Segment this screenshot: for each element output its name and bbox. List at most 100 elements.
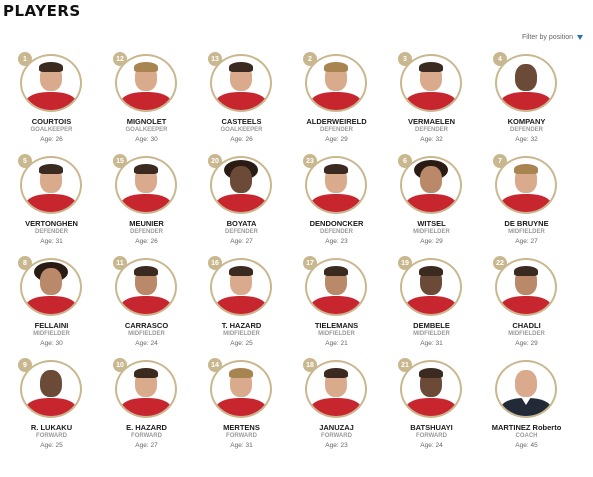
jersey-number-badge: 16 (208, 256, 222, 270)
player-position: DEFENDER (509, 127, 543, 133)
player-card[interactable]: 11 CARRASCO MIDFIELDER Age: 24 (99, 256, 194, 360)
player-card[interactable]: 20 BOYATA DEFENDER Age: 27 (194, 154, 289, 258)
jersey-number-badge: 5 (18, 154, 32, 168)
player-age: Age: 26 (40, 136, 63, 143)
player-name[interactable]: R. LUKAKU (4, 423, 99, 432)
photo-frame (495, 360, 557, 418)
jersey-graphic (216, 92, 266, 110)
player-position: MIDFIELDER (413, 229, 450, 235)
jersey-number-badge: 10 (113, 358, 127, 372)
player-position: DEFENDER (34, 229, 68, 235)
hair-graphic (324, 266, 348, 276)
player-age: Age: 25 (40, 442, 63, 449)
jersey-graphic (26, 398, 76, 416)
player-photo: 17 (303, 256, 367, 316)
player-name[interactable]: TIELEMANS (289, 321, 384, 330)
player-card[interactable]: 19 DEMBELE MIDFIELDER Age: 31 (384, 256, 479, 360)
hair-graphic (324, 62, 348, 72)
player-card[interactable]: 18 JANUZAJ FORWARD Age: 23 (289, 358, 384, 462)
player-name[interactable]: CHADLI (479, 321, 574, 330)
player-card[interactable]: 8 FELLAINI MIDFIELDER Age: 30 (4, 256, 99, 360)
player-card[interactable]: 13 CASTEELS GOALKEEPER Age: 26 (194, 52, 289, 156)
player-name[interactable]: DENDONCKER (289, 219, 384, 228)
player-card[interactable]: 7 DE BRUYNE MIDFIELDER Age: 27 (479, 154, 574, 258)
player-position: DEFENDER (319, 127, 353, 133)
player-name[interactable]: VERMAELEN (384, 117, 479, 126)
player-position: MIDFIELDER (413, 331, 450, 337)
player-card[interactable]: 21 BATSHUAYI FORWARD Age: 24 (384, 358, 479, 462)
player-name[interactable]: FELLAINI (4, 321, 99, 330)
player-name[interactable]: VERTONGHEN (4, 219, 99, 228)
filter-by-position[interactable]: Filter by position (522, 34, 583, 41)
jersey-graphic (121, 296, 171, 314)
jersey-graphic (26, 194, 76, 212)
jersey-number-badge: 15 (113, 154, 127, 168)
player-card[interactable]: 5 VERTONGHEN DEFENDER Age: 31 (4, 154, 99, 258)
player-name[interactable]: E. HAZARD (99, 423, 194, 432)
player-card[interactable]: 15 MEUNIER DEFENDER Age: 26 (99, 154, 194, 258)
player-position: MIDFIELDER (33, 331, 70, 337)
player-age: Age: 29 (515, 340, 538, 347)
player-photo (495, 360, 557, 418)
player-position: FORWARD (416, 433, 447, 439)
player-name[interactable]: ALDERWEIRELD (289, 117, 384, 126)
jersey-number-badge: 13 (208, 52, 222, 66)
player-name[interactable]: CASTEELS (194, 117, 289, 126)
player-position: DEFENDER (414, 127, 448, 133)
player-card[interactable]: MARTINEZ Roberto COACH Age: 45 (479, 360, 574, 462)
jersey-number-badge: 8 (18, 256, 32, 270)
player-name[interactable]: CARRASCO (99, 321, 194, 330)
jersey-number-badge: 2 (303, 52, 317, 66)
jersey-number-badge: 6 (398, 154, 412, 168)
player-card[interactable]: 17 TIELEMANS MIDFIELDER Age: 21 (289, 256, 384, 360)
player-name[interactable]: MIGNOLET (99, 117, 194, 126)
player-card[interactable]: 12 MIGNOLET GOALKEEPER Age: 30 (99, 52, 194, 156)
player-position: DEFENDER (129, 229, 163, 235)
player-card[interactable]: 4 KOMPANY DEFENDER Age: 32 (479, 52, 574, 156)
player-card[interactable]: 23 DENDONCKER DEFENDER Age: 23 (289, 154, 384, 258)
player-age: Age: 29 (420, 238, 443, 245)
player-card[interactable]: 10 E. HAZARD FORWARD Age: 27 (99, 358, 194, 462)
player-card[interactable]: 16 T. HAZARD MIDFIELDER Age: 25 (194, 256, 289, 360)
hair-graphic (39, 164, 63, 174)
jersey-graphic (121, 194, 171, 212)
player-photo: 9 (18, 358, 82, 418)
jersey-graphic (501, 92, 551, 110)
player-card[interactable]: 6 WITSEL MIDFIELDER Age: 29 (384, 154, 479, 258)
jersey-number-badge: 1 (18, 52, 32, 66)
player-name[interactable]: DE BRUYNE (479, 219, 574, 228)
face-graphic (515, 370, 537, 397)
player-card[interactable]: 1 COURTOIS GOALKEEPER Age: 26 (4, 52, 99, 156)
player-name[interactable]: DEMBELE (384, 321, 479, 330)
player-card[interactable]: 3 VERMAELEN DEFENDER Age: 32 (384, 52, 479, 156)
player-name[interactable]: MERTENS (194, 423, 289, 432)
player-name[interactable]: WITSEL (384, 219, 479, 228)
jersey-number-badge: 22 (493, 256, 507, 270)
jersey-number-badge: 7 (493, 154, 507, 168)
player-name[interactable]: KOMPANY (479, 117, 574, 126)
player-photo: 6 (398, 154, 462, 214)
player-card[interactable]: 14 MERTENS FORWARD Age: 31 (194, 358, 289, 462)
player-name[interactable]: MARTINEZ Roberto (479, 423, 574, 432)
hair-graphic (419, 266, 443, 276)
player-position: FORWARD (321, 433, 352, 439)
player-photo: 22 (493, 256, 557, 316)
player-name[interactable]: T. HAZARD (194, 321, 289, 330)
player-name[interactable]: BATSHUAYI (384, 423, 479, 432)
player-card[interactable]: 9 R. LUKAKU FORWARD Age: 25 (4, 358, 99, 462)
player-name[interactable]: BOYATA (194, 219, 289, 228)
player-name[interactable]: MEUNIER (99, 219, 194, 228)
player-position: MIDFIELDER (508, 331, 545, 337)
player-name[interactable]: JANUZAJ (289, 423, 384, 432)
jersey-number-badge: 14 (208, 358, 222, 372)
player-position: GOALKEEPER (125, 127, 168, 133)
player-card[interactable]: 2 ALDERWEIRELD DEFENDER Age: 29 (289, 52, 384, 156)
player-name[interactable]: COURTOIS (4, 117, 99, 126)
player-age: Age: 31 (40, 238, 63, 245)
hair-graphic (324, 164, 348, 174)
jersey-number-badge: 9 (18, 358, 32, 372)
player-age: Age: 25 (230, 340, 253, 347)
jersey-number-badge: 3 (398, 52, 412, 66)
player-photo: 3 (398, 52, 462, 112)
player-card[interactable]: 22 CHADLI MIDFIELDER Age: 29 (479, 256, 574, 360)
